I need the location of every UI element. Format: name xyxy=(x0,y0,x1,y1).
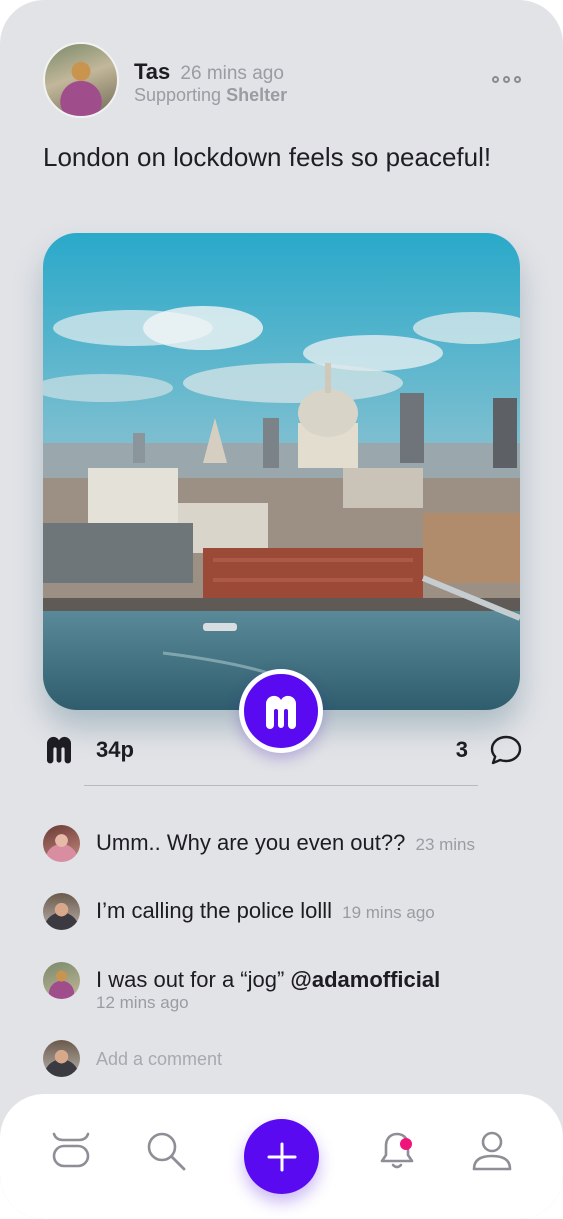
search-icon[interactable] xyxy=(145,1130,187,1172)
plus-icon xyxy=(267,1142,296,1171)
comment-time: 19 mins ago xyxy=(342,903,435,922)
comment-text: Umm.. Why are you even out?? xyxy=(96,830,406,855)
add-comment-input[interactable]: Add a comment xyxy=(96,1049,222,1070)
profile-icon[interactable] xyxy=(471,1130,513,1172)
bottom-navigation xyxy=(0,1094,563,1219)
bell-icon[interactable] xyxy=(379,1130,415,1172)
author-avatar[interactable] xyxy=(43,42,119,118)
comment-bubble-icon[interactable] xyxy=(489,733,523,767)
notification-dot xyxy=(400,1138,412,1150)
dot-icon xyxy=(492,76,499,83)
post-stats: 34p 3 xyxy=(43,730,523,770)
points-count: 34p xyxy=(96,737,134,762)
comment-count: 3 xyxy=(455,737,468,762)
current-user-avatar xyxy=(43,1040,80,1077)
post-text: London on lockdown feels so peaceful! xyxy=(43,142,492,172)
supporting-org[interactable]: Shelter xyxy=(226,85,287,105)
london-skyline-photo xyxy=(43,233,520,710)
commenter-avatar[interactable] xyxy=(43,962,80,999)
more-options-button[interactable] xyxy=(492,76,521,83)
app-screen: Tas 26 mins ago Supporting Shelter Londo… xyxy=(0,0,563,1219)
commenter-avatar[interactable] xyxy=(43,893,80,930)
comment-text: I’m calling the police lolll xyxy=(96,898,332,923)
brand-m-icon xyxy=(265,695,297,729)
comment-text-line: I’m calling the police lolll 19 mins ago xyxy=(96,898,435,924)
supporting-line: Supporting Shelter xyxy=(134,85,287,106)
dot-icon xyxy=(503,76,510,83)
post-header: Tas 26 mins ago Supporting Shelter xyxy=(43,42,523,118)
comment-time: 23 mins xyxy=(415,835,476,854)
author-line: Tas 26 mins ago xyxy=(134,59,284,85)
home-icon[interactable] xyxy=(51,1130,91,1170)
supporting-prefix: Supporting xyxy=(134,85,222,105)
comment-mention[interactable]: @adamofficial xyxy=(290,967,440,992)
post-time: 26 mins ago xyxy=(180,63,284,84)
commenter-avatar[interactable] xyxy=(43,825,80,862)
comment-text-line: I was out for a “jog” @adamofficial xyxy=(96,967,440,993)
post-photo[interactable] xyxy=(43,233,520,710)
comment-time: 12 mins ago xyxy=(96,993,189,1012)
comment-text-line: Umm.. Why are you even out?? 23 mins xyxy=(96,830,475,856)
author-name[interactable]: Tas xyxy=(134,59,170,84)
comment-text: I was out for a “jog” xyxy=(96,967,291,992)
dot-icon xyxy=(514,76,521,83)
points-icon xyxy=(46,736,72,764)
divider xyxy=(84,785,478,786)
create-post-button[interactable] xyxy=(244,1119,319,1194)
